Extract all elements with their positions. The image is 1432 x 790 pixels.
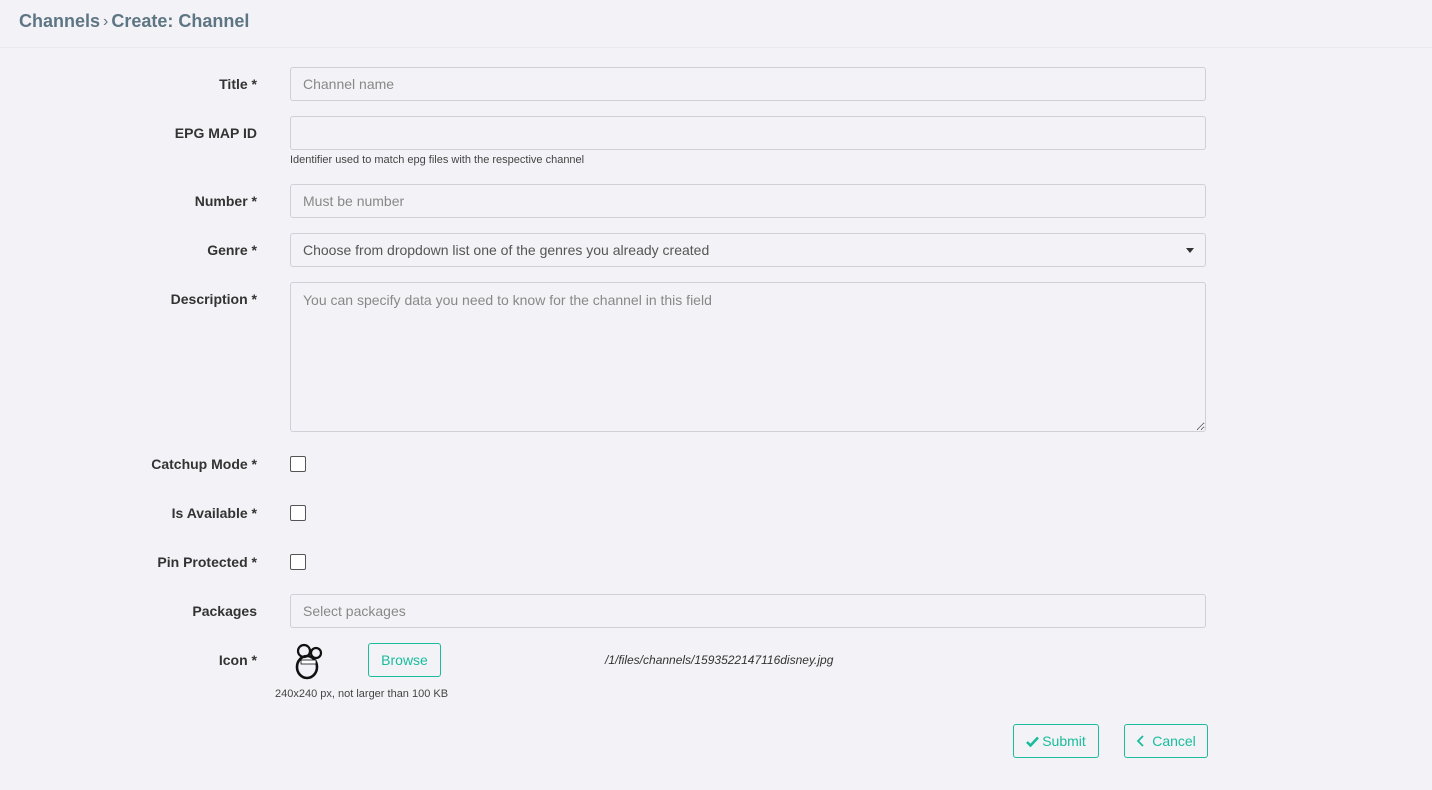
cancel-button-label: Cancel [1152, 733, 1196, 749]
disney-logo-icon [290, 642, 330, 682]
description-textarea[interactable] [290, 282, 1206, 432]
title-input[interactable] [290, 67, 1206, 101]
pin-protected-label: Pin Protected * [157, 554, 257, 570]
epg-map-id-help: Identifier used to match epg files with … [290, 154, 585, 166]
epg-map-id-label: EPG MAP ID [174, 125, 257, 141]
packages-input[interactable] [290, 594, 1206, 628]
icon-label: Icon * [218, 652, 257, 668]
is-available-label: Is Available * [171, 505, 257, 521]
is-available-checkbox[interactable] [290, 505, 306, 521]
packages-label: Packages [192, 603, 257, 619]
breadcrumb: Channels › Create: Channel [19, 11, 249, 32]
browse-button[interactable]: Browse [368, 643, 441, 677]
chevron-down-icon [1186, 248, 1194, 253]
chevron-left-icon [1136, 735, 1144, 747]
epg-map-id-input[interactable] [290, 116, 1206, 150]
genre-select[interactable]: Choose from dropdown list one of the gen… [290, 233, 1206, 267]
title-label: Title * [219, 76, 257, 92]
catchup-mode-checkbox[interactable] [290, 456, 306, 472]
icon-size-hint: 240x240 px, not larger than 100 KB [275, 688, 449, 700]
submit-button[interactable]: Submit [1013, 724, 1099, 758]
browse-button-label: Browse [381, 652, 428, 668]
breadcrumb-current: Create: Channel [111, 11, 250, 31]
pin-protected-checkbox[interactable] [290, 554, 306, 570]
catchup-mode-label: Catchup Mode * [151, 456, 257, 472]
check-icon [1026, 736, 1040, 747]
number-input[interactable] [290, 184, 1206, 218]
page-header: Channels › Create: Channel [0, 0, 1432, 48]
icon-file-path: /1/files/channels/1593522147116disney.jp… [605, 653, 834, 667]
cancel-button[interactable]: Cancel [1124, 724, 1208, 758]
breadcrumb-parent[interactable]: Channels [19, 11, 100, 32]
breadcrumb-separator: › [103, 12, 109, 30]
genre-label: Genre * [207, 242, 257, 258]
number-label: Number * [194, 193, 257, 209]
description-label: Description * [170, 291, 257, 307]
submit-button-label: Submit [1042, 733, 1086, 749]
genre-selected-text: Choose from dropdown list one of the gen… [303, 242, 710, 258]
